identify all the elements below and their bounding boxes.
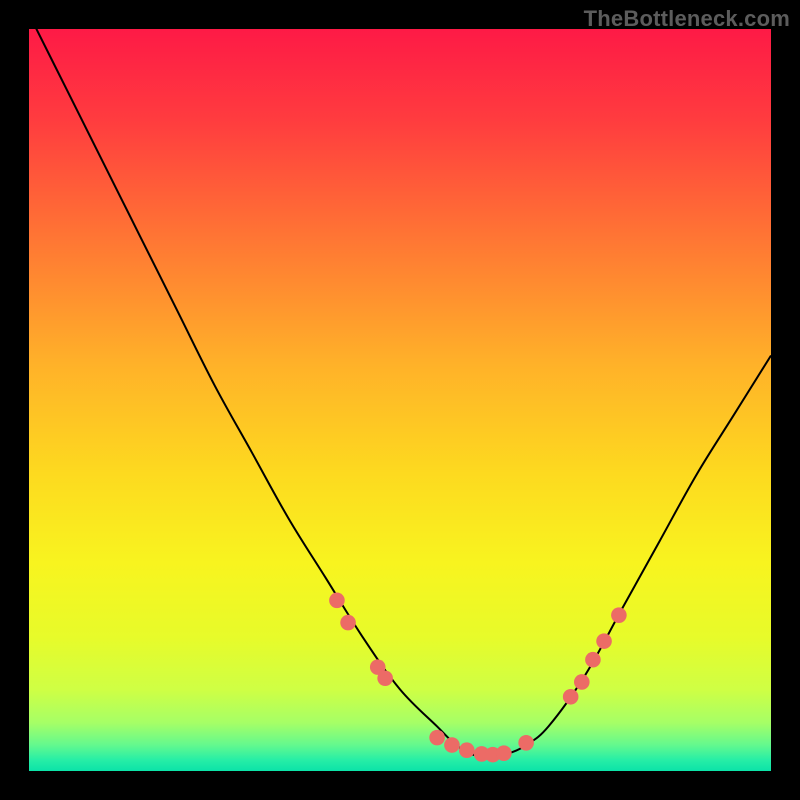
chart-container: TheBottleneck.com [0, 0, 800, 800]
gradient-rect [29, 29, 771, 771]
watermark-label: TheBottleneck.com [584, 6, 790, 32]
plot-background [29, 29, 771, 771]
